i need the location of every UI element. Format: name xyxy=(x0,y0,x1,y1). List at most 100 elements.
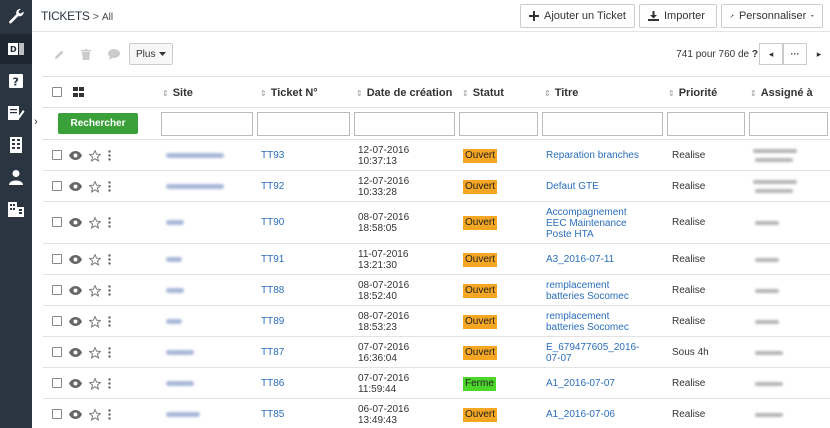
ticket-filter-input[interactable] xyxy=(257,112,350,136)
sidebar-item-building[interactable] xyxy=(0,130,32,160)
ticket-number-link[interactable]: TT90 xyxy=(261,217,284,228)
eye-icon[interactable] xyxy=(69,347,82,357)
sidebar-item-user[interactable] xyxy=(0,162,32,192)
pager-next-button[interactable]: ▸ xyxy=(807,43,830,65)
star-icon[interactable] xyxy=(89,346,101,359)
column-assignee[interactable]: ⇕ Assigné à xyxy=(750,87,813,99)
table-row[interactable]: TT86 07-07-2016 11:59:44 Ferme A1_2016-07-07… xyxy=(43,368,830,399)
trash-icon[interactable] xyxy=(81,49,91,60)
ticket-number-link[interactable]: TT89 xyxy=(261,316,284,327)
ticket-title-link[interactable]: remplacement batteries Socomec xyxy=(546,280,629,302)
row-menu-icon[interactable] xyxy=(108,284,111,296)
ticket-title-link[interactable]: A1_2016-07-06 xyxy=(546,409,615,420)
eye-icon[interactable] xyxy=(69,316,82,326)
table-row[interactable]: TT92 12-07-2016 10:33:28 Ouvert Defaut GTE Re… xyxy=(43,171,830,202)
sidebar-item-tools[interactable] xyxy=(0,0,32,32)
ticket-title-link[interactable]: E_679477605_2016- 07-07 xyxy=(546,342,639,364)
customize-button[interactable]: Personnaliser xyxy=(721,4,823,28)
row-checkbox[interactable] xyxy=(52,253,62,264)
import-button[interactable]: Importer xyxy=(639,4,717,28)
column-title[interactable]: ⇕ Titre xyxy=(544,87,578,99)
column-status[interactable]: ⇕ Statut xyxy=(462,87,504,99)
ticket-number-link[interactable]: TT87 xyxy=(261,347,284,358)
eye-icon[interactable] xyxy=(69,254,82,264)
pager-prev-button[interactable]: ◂ xyxy=(759,43,783,65)
date-filter-input[interactable] xyxy=(354,112,455,136)
sidebar-item-edit[interactable] xyxy=(0,98,32,128)
row-checkbox[interactable] xyxy=(52,217,62,227)
ticket-number-link[interactable]: TT92 xyxy=(261,181,284,192)
ticket-number-link[interactable]: TT93 xyxy=(261,150,284,161)
ticket-number-link[interactable]: TT85 xyxy=(261,409,284,420)
more-dropdown[interactable]: Plus xyxy=(129,43,174,65)
row-checkbox[interactable] xyxy=(52,408,62,419)
grid-icon[interactable] xyxy=(73,87,84,97)
priority-value: Sous 4h xyxy=(672,346,709,358)
row-checkbox[interactable] xyxy=(52,149,62,160)
comment-icon[interactable] xyxy=(108,49,120,60)
ticket-number-link[interactable]: TT88 xyxy=(261,285,284,296)
row-checkbox[interactable] xyxy=(52,180,62,191)
sidebar-item-help[interactable]: ? xyxy=(0,66,32,96)
search-button[interactable]: Rechercher xyxy=(58,113,138,134)
star-icon[interactable] xyxy=(89,149,101,162)
table-row[interactable]: TT87 07-07-2016 16:36:04 Ouvert E_679477605_… xyxy=(43,337,830,368)
select-all-checkbox[interactable] xyxy=(52,87,62,97)
row-menu-icon[interactable] xyxy=(108,346,111,358)
eye-icon[interactable] xyxy=(69,150,82,160)
star-icon[interactable] xyxy=(89,377,101,390)
sidebar-item-tickets[interactable]: D xyxy=(0,34,32,64)
row-menu-icon[interactable] xyxy=(108,377,111,389)
table-row[interactable]: TT91 11-07-2016 13:21:30 Ouvert A3_2016-07-1… xyxy=(43,244,830,275)
table-row[interactable]: TT90 08-07-2016 18:58:05 Ouvert Accompagneme… xyxy=(43,202,830,244)
column-creation-date[interactable]: ⇕ Date de création xyxy=(356,87,452,99)
add-ticket-button[interactable]: Ajouter un Ticket xyxy=(520,4,635,28)
star-icon[interactable] xyxy=(89,217,101,229)
sidebar-toggle-icon[interactable]: › xyxy=(32,114,40,130)
column-priority[interactable]: ⇕ Priorité xyxy=(668,87,717,99)
row-checkbox[interactable] xyxy=(52,315,62,326)
column-site[interactable]: ⇕ Site xyxy=(162,87,193,99)
assignee-filter-input[interactable] xyxy=(749,112,828,136)
sidebar-item-sites[interactable] xyxy=(0,194,32,224)
pager-more-button[interactable]: ··· xyxy=(783,43,807,65)
star-icon[interactable] xyxy=(89,180,101,193)
row-menu-icon[interactable] xyxy=(108,253,111,265)
star-icon[interactable] xyxy=(89,253,101,266)
eye-icon[interactable] xyxy=(69,378,82,388)
priority-filter-input[interactable] xyxy=(667,112,745,136)
pencil-icon[interactable] xyxy=(54,49,65,60)
table-row[interactable]: TT85 06-07-2016 13:49:43 Ouvert A1_2016-07-0… xyxy=(43,399,830,428)
title-filter-input[interactable] xyxy=(542,112,663,136)
site-filter-input[interactable] xyxy=(161,112,253,136)
star-icon[interactable] xyxy=(89,284,101,297)
row-checkbox[interactable] xyxy=(52,284,62,295)
row-menu-icon[interactable] xyxy=(108,217,111,228)
row-menu-icon[interactable] xyxy=(108,180,111,192)
ticket-number-link[interactable]: TT91 xyxy=(261,254,284,265)
ticket-title-link[interactable]: Reparation branches xyxy=(546,150,639,161)
table-row[interactable]: TT93 12-07-2016 10:37:13 Ouvert Reparation b… xyxy=(43,140,830,171)
breadcrumb-filter[interactable]: All xyxy=(102,12,113,23)
row-checkbox[interactable] xyxy=(52,377,62,388)
ticket-title-link[interactable]: A1_2016-07-07 xyxy=(546,378,615,389)
column-ticket-number[interactable]: ⇕ Ticket N° xyxy=(260,87,318,99)
table-row[interactable]: TT88 08-07-2016 18:52:40 Ouvert remplacement… xyxy=(43,275,830,306)
table-row[interactable]: TT89 08-07-2016 18:53:23 Ouvert remplacement… xyxy=(43,306,830,337)
status-filter-input[interactable] xyxy=(459,112,538,136)
eye-icon[interactable] xyxy=(69,218,82,227)
eye-icon[interactable] xyxy=(69,409,82,419)
ticket-title-link[interactable]: A3_2016-07-11 xyxy=(546,254,614,265)
star-icon[interactable] xyxy=(89,315,101,328)
ticket-number-link[interactable]: TT86 xyxy=(261,378,284,389)
ticket-title-link[interactable]: remplacement batteries Socomec xyxy=(546,311,629,333)
row-menu-icon[interactable] xyxy=(108,149,111,161)
star-icon[interactable] xyxy=(89,408,101,421)
eye-icon[interactable] xyxy=(69,285,82,295)
ticket-title-link[interactable]: Defaut GTE xyxy=(546,181,599,192)
eye-icon[interactable] xyxy=(69,181,82,191)
row-menu-icon[interactable] xyxy=(108,315,111,327)
row-menu-icon[interactable] xyxy=(108,408,111,420)
ticket-title-link[interactable]: Accompagnement EEC Maintenance Poste HTA xyxy=(546,207,627,240)
row-checkbox[interactable] xyxy=(52,346,62,357)
